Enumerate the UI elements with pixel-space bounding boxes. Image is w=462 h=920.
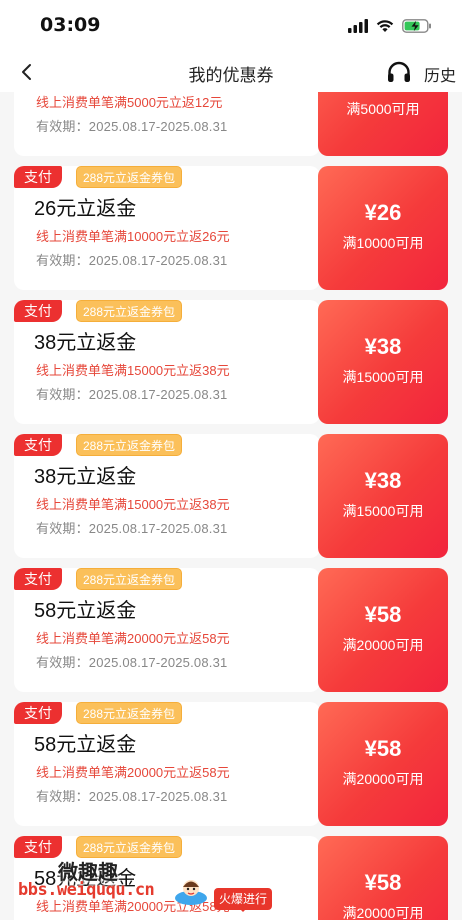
coupon-rule: 线上消费单笔满20000元立返58元 xyxy=(36,899,230,914)
coupon-threshold: 满20000可用 xyxy=(342,905,424,920)
coupon-amount-panel[interactable]: ¥26 满10000可用 xyxy=(318,166,448,290)
coupon-amount: ¥38 xyxy=(364,468,402,493)
coupon-amount: ¥26 xyxy=(364,200,402,225)
coupon-card[interactable]: 支付 288元立返金券包 26元立返金 线上消费单笔满10000元立返26元 有… xyxy=(14,166,448,294)
coupon-rule: 线上消费单笔满20000元立返58元 xyxy=(36,631,230,646)
status-bar: 03:09 xyxy=(0,0,462,52)
coupon-threshold: 满10000可用 xyxy=(342,235,424,251)
coupon-pack-tag: 288元立返金券包 xyxy=(76,836,183,858)
coupon-info: 支付 288元立返金券包 58元立返金 线上消费单笔满20000元立返58元 有… xyxy=(14,568,320,692)
coupon-rule: 线上消费单笔满5000元立返12元 xyxy=(36,95,223,110)
coupon-threshold: 满15000可用 xyxy=(342,503,424,519)
coupon-rule: 线上消费单笔满10000元立返26元 xyxy=(36,229,230,244)
coupon-card[interactable]: 支付 288元立返金券包 12元立返金 线上消费单笔满5000元立返12元 有效… xyxy=(14,92,448,160)
coupon-validity: 有效期：2025.08.17-2025.08.31 xyxy=(36,119,228,134)
coupon-validity: 有效期：2025.08.17-2025.08.31 xyxy=(36,253,228,268)
coupon-amount-panel[interactable]: ¥38 满15000可用 xyxy=(318,300,448,424)
coupon-info: 支付 288元立返金券包 38元立返金 线上消费单笔满15000元立返38元 有… xyxy=(14,434,320,558)
coupon-validity: 有效期：2025.08.17-2025.08.31 xyxy=(36,789,228,804)
coupon-amount-panel[interactable]: ¥58 满20000可用 xyxy=(318,568,448,692)
history-link[interactable]: 历史 xyxy=(424,62,456,86)
coupon-info: 支付 288元立返金券包 26元立返金 线上消费单笔满10000元立返26元 有… xyxy=(14,166,320,290)
pay-tag: 支付 xyxy=(14,702,62,724)
coupon-pack-tag: 288元立返金券包 xyxy=(76,300,183,322)
battery-charging-icon xyxy=(402,19,431,33)
coupon-rule: 线上消费单笔满20000元立返58元 xyxy=(36,765,230,780)
coupon-amount: ¥58 xyxy=(364,602,402,627)
coupon-threshold: 满20000可用 xyxy=(342,771,424,787)
wifi-icon xyxy=(376,20,394,32)
pay-tag: 支付 xyxy=(14,300,62,322)
coupon-amount: ¥58 xyxy=(364,870,402,895)
pay-tag: 支付 xyxy=(14,166,62,188)
coupon-card[interactable]: 支付 288元立返金券包 58元立返金 线上消费单笔满20000元立返58元 有… xyxy=(14,702,448,830)
coupon-title: 58元立返金 xyxy=(34,734,137,756)
customer-service-headset-icon[interactable] xyxy=(386,60,412,86)
coupon-title: 26元立返金 xyxy=(34,198,137,220)
coupon-validity: 有效期：2025.08.17-2025.08.31 xyxy=(36,387,228,402)
nav-bar: 我的优惠券 历史 xyxy=(0,52,462,92)
pay-tag: 支付 xyxy=(14,434,62,456)
coupon-threshold: 满20000可用 xyxy=(342,637,424,653)
coupon-validity: 有效期：2025.08.17-2025.08.31 xyxy=(36,655,228,670)
coupon-title: 58元立返金 xyxy=(34,600,137,622)
coupon-card[interactable]: 支付 288元立返金券包 38元立返金 线上消费单笔满15000元立返38元 有… xyxy=(14,434,448,562)
pay-tag: 支付 xyxy=(14,836,62,858)
status-icons xyxy=(348,17,432,35)
coupon-title: 38元立返金 xyxy=(34,466,137,488)
coupon-amount-panel[interactable]: ¥12 满5000可用 xyxy=(318,92,448,156)
coupon-title: 58元立返金 xyxy=(34,868,137,890)
coupon-pack-tag: 288元立返金券包 xyxy=(76,702,183,724)
coupon-info: 支付 288元立返金券包 58元立返金 线上消费单笔满20000元立返58元 有… xyxy=(14,836,320,920)
coupon-amount-panel[interactable]: ¥38 满15000可用 xyxy=(318,434,448,558)
coupon-amount-panel[interactable]: ¥58 满20000可用 xyxy=(318,836,448,920)
coupon-info: 支付 288元立返金券包 38元立返金 线上消费单笔满15000元立返38元 有… xyxy=(14,300,320,424)
hot-badge[interactable]: 火爆进行 xyxy=(214,888,272,912)
signal-icon xyxy=(348,19,368,33)
coupon-validity: 有效期：2025.08.17-2025.08.31 xyxy=(36,521,228,536)
coupon-card[interactable]: 支付 288元立返金券包 58元立返金 线上消费单笔满20000元立返58元 有… xyxy=(14,568,448,696)
coupon-amount: ¥38 xyxy=(364,334,402,359)
coupon-list: 支付 288元立返金券包 12元立返金 线上消费单笔满5000元立返12元 有效… xyxy=(0,92,462,920)
coupon-pack-tag: 288元立返金券包 xyxy=(76,434,183,456)
coupon-rule: 线上消费单笔满15000元立返38元 xyxy=(36,363,230,378)
status-time: 03:09 xyxy=(40,14,101,36)
pay-tag: 支付 xyxy=(14,568,62,590)
coupon-rule: 线上消费单笔满15000元立返38元 xyxy=(36,497,230,512)
coupon-title: 38元立返金 xyxy=(34,332,137,354)
coupon-card[interactable]: 支付 288元立返金券包 38元立返金 线上消费单笔满15000元立返38元 有… xyxy=(14,300,448,428)
coupon-pack-tag: 288元立返金券包 xyxy=(76,166,183,188)
coupon-info: 支付 288元立返金券包 12元立返金 线上消费单笔满5000元立返12元 有效… xyxy=(14,92,320,156)
coupon-threshold: 满15000可用 xyxy=(342,369,424,385)
coupon-threshold: 满5000可用 xyxy=(346,101,420,117)
coupon-info: 支付 288元立返金券包 58元立返金 线上消费单笔满20000元立返58元 有… xyxy=(14,702,320,826)
coupon-amount: ¥58 xyxy=(364,736,402,761)
coupon-amount-panel[interactable]: ¥58 满20000可用 xyxy=(318,702,448,826)
coupon-pack-tag: 288元立返金券包 xyxy=(76,568,183,590)
